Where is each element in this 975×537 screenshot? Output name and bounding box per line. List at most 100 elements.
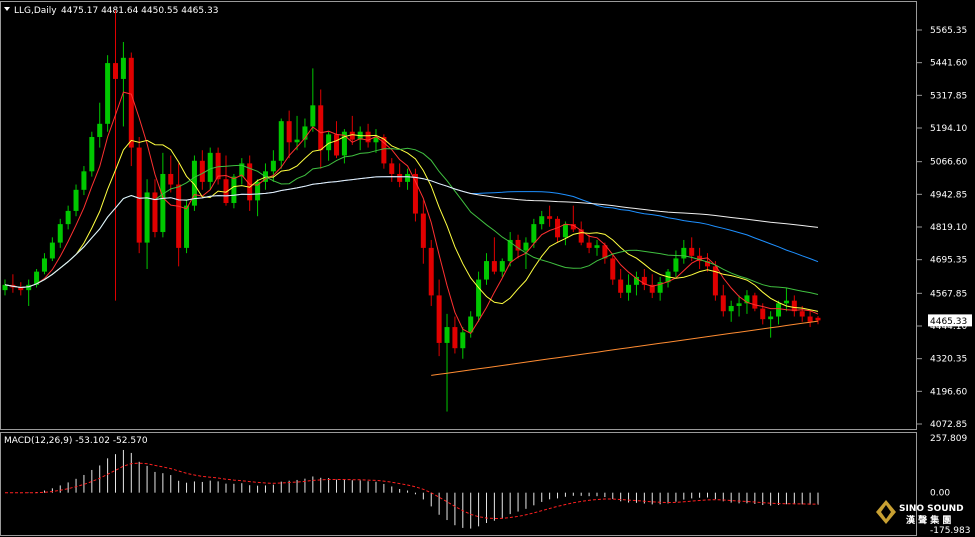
candle [791, 295, 797, 317]
price-tick-label: 5441.60 [930, 59, 967, 69]
candle [168, 155, 174, 193]
candle [120, 41, 126, 127]
ma-250-line [431, 320, 819, 376]
candle [405, 168, 411, 190]
ma-5-line [4, 91, 819, 335]
price-tick-label: 4320.35 [930, 355, 967, 365]
ma-10-line [4, 134, 819, 312]
candle [26, 279, 32, 306]
candle [326, 131, 332, 161]
macd-signal-line [5, 462, 819, 520]
candle [720, 284, 726, 317]
candle [199, 150, 205, 190]
candle [476, 271, 482, 322]
candles [2, 10, 821, 412]
candle [539, 210, 545, 230]
candle [128, 52, 134, 167]
candle [460, 327, 466, 359]
candle [136, 137, 142, 254]
candle [428, 239, 434, 306]
ma-60-line [4, 176, 819, 289]
candle [97, 102, 103, 148]
chart-header: LLG,Daily 4475.17 4481.64 4450.55 4465.3… [4, 6, 218, 16]
candle [736, 295, 742, 317]
watermark-brand: SINO SOUND [899, 504, 964, 514]
candle [665, 269, 671, 288]
current-price-tag: 4465.33 [928, 314, 972, 327]
candle [444, 313, 450, 412]
macd-label: MACD(12,26,9) -53.102 -52.570 [4, 436, 148, 446]
candle [594, 239, 600, 256]
candle [673, 250, 679, 277]
macd-histogram [12, 449, 819, 529]
current-price-label: 4465.33 [930, 317, 967, 327]
candle [397, 163, 403, 188]
candle [768, 311, 774, 338]
candle [41, 253, 47, 275]
candle [278, 118, 284, 169]
candle [547, 205, 553, 227]
candle [389, 158, 395, 182]
candle [373, 129, 379, 153]
price-tick-label: 5066.60 [930, 158, 967, 168]
candle [570, 205, 576, 233]
candle [626, 274, 632, 301]
candle [239, 158, 245, 185]
candle [555, 216, 561, 243]
watermark-sub: 漢 聲 集 團 [906, 514, 951, 526]
candle [144, 179, 150, 270]
price-tick-label: 4567.85 [930, 289, 967, 299]
watermark: SINO SOUND 漢 聲 集 團 [876, 500, 964, 526]
candle [586, 234, 592, 254]
candle [18, 282, 24, 296]
price-tick-label: 5194.10 [930, 124, 967, 134]
price-axis: 5565.35 5441.60 5317.85 5194.10 5066.60 4942.… [917, 26, 967, 430]
candle [483, 253, 489, 285]
candle [491, 237, 497, 275]
candle [89, 131, 95, 177]
candle [815, 316, 821, 325]
price-tick-label: 4072.85 [930, 420, 967, 430]
candle [776, 300, 782, 325]
candle [318, 89, 324, 169]
candle [81, 166, 87, 196]
candle [286, 110, 292, 159]
price-chart[interactable]: LLG,Daily 4475.17 4481.64 4450.55 4465.3… [0, 0, 975, 537]
candle [728, 300, 734, 322]
macd-tick-label: -175.983 [930, 526, 970, 536]
price-tick-label: 4942.85 [930, 190, 967, 200]
candle [752, 292, 758, 312]
macd-signal-path [5, 462, 819, 520]
candle [57, 218, 63, 248]
candle [65, 205, 71, 230]
price-tick-label: 5565.35 [930, 26, 967, 36]
candle [436, 279, 442, 357]
candle [641, 269, 647, 291]
candle [807, 311, 813, 328]
candle [223, 155, 229, 206]
ohlc-readout: 4475.17 4481.64 4450.55 4465.33 [61, 6, 218, 16]
price-tick-label: 5317.85 [930, 91, 967, 101]
candle [49, 237, 55, 262]
moving-averages [4, 91, 819, 376]
candle [10, 274, 16, 293]
candle [176, 163, 182, 267]
symbol-title: LLG,Daily [14, 6, 57, 16]
macd-panel-frame [0, 432, 917, 536]
candle [618, 269, 624, 299]
candle [712, 261, 718, 301]
candle [610, 253, 616, 285]
candle [113, 10, 119, 301]
candle [657, 276, 663, 301]
ma-120-line [4, 176, 819, 289]
candle [412, 168, 418, 222]
candle [105, 55, 111, 132]
candle [152, 179, 158, 238]
triangle-down-icon[interactable] [4, 7, 10, 11]
price-tick-label: 4695.35 [930, 256, 967, 266]
price-tick-label: 4819.10 [930, 223, 967, 233]
candle [602, 242, 608, 264]
candle [783, 287, 789, 312]
candle [420, 200, 426, 264]
candle [681, 239, 687, 264]
